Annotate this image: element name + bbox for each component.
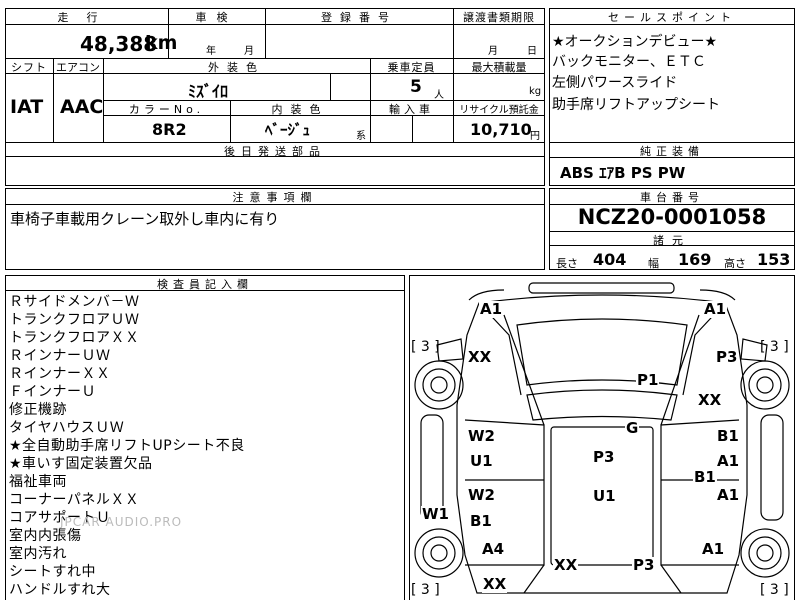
recycle-deposit-label: リサイクル預託金 [459, 105, 539, 116]
damage-mark: A1 [716, 486, 741, 504]
transfer-deadline-label: 譲渡書類期限 [463, 11, 535, 24]
damage-mark: XX [697, 391, 723, 409]
damage-mark: B1 [469, 512, 493, 530]
note-line: 室内内張傷 [9, 528, 82, 544]
inspector-notes-list: Ｒサイドメンバ－Ｗ トランクフロアＵＷ トランクフロアＸＸ ＲインナーＵＷ Ｒイ… [9, 293, 401, 599]
damage-mark: W2 [467, 486, 496, 504]
note-line: タイヤハウスＵＷ [9, 420, 125, 436]
damage-mark: A1 [701, 540, 726, 558]
note-line: トランクフロアＸＸ [9, 330, 140, 346]
sales-points-label: セールスポイント [608, 11, 736, 24]
width-value: 169 [678, 250, 712, 269]
note-line: ★車いす固定装置欠品 [9, 456, 153, 472]
exterior-color-value: ﾐｽﾞｲﾛ [188, 82, 229, 101]
spec-label: 諸元 [653, 234, 691, 247]
note-line: ハンドルすれ大 [9, 582, 111, 598]
max-load-unit: kg [529, 86, 542, 97]
note-line: ★全自動助手席リフトUPシート不良 [9, 438, 245, 454]
max-load-label: 最大積載量 [471, 61, 527, 74]
note-line: シートすれ中 [9, 564, 96, 580]
damage-mark: P1 [636, 371, 660, 389]
note-line: トランクフロアＵＷ [9, 312, 140, 328]
inspection-year: 年 [206, 46, 216, 57]
interior-color-value: ﾍﾞｰｼﾞｭ [265, 121, 311, 139]
damage-mark: P3 [632, 556, 656, 574]
inspection-label: 車検 [195, 11, 238, 24]
tire-tread-rear-right: [ 3 ] [760, 582, 789, 598]
damage-mark: XX [467, 348, 493, 366]
capacity-unit: 人 [434, 90, 444, 101]
damage-mark: B1 [716, 427, 740, 445]
color-no-value: 8R2 [152, 120, 187, 139]
chassis-label: 車台番号 [640, 191, 704, 204]
recycle-deposit-value: 10,710 [470, 120, 532, 139]
mileage-unit: km [145, 32, 178, 54]
height-value: 153 [757, 250, 791, 269]
equipment-label: 純正装備 [640, 145, 704, 158]
damage-mark: G [625, 419, 640, 437]
note-line: 室内汚れ [9, 546, 67, 562]
interior-color-label: 内装色 [271, 103, 329, 116]
note-line: ＲインナーＵＷ [9, 348, 111, 364]
inspection-month: 月 [244, 46, 254, 57]
damage-mark: W1 [421, 505, 450, 523]
damage-mark: XX [482, 575, 508, 593]
note-line: コーナーパネルＸＸ [9, 492, 140, 508]
damage-mark: P3 [592, 448, 616, 466]
tire-tread-front-left: [ 3 ] [411, 339, 440, 355]
sales-point-3: 左側パワースライド [552, 75, 678, 91]
chassis-number: NCZ20-0001058 [577, 205, 767, 229]
transfer-month: 月 [488, 46, 498, 57]
capacity-label: 乗車定員 [387, 61, 436, 74]
exterior-color-label: 外装色 [208, 61, 265, 74]
damage-mark: A4 [481, 540, 506, 558]
deferred-parts-label: 後日発送部品 [224, 145, 326, 158]
note-line: 福祉車両 [9, 474, 67, 490]
color-no-label: カラーNo. [128, 103, 205, 116]
damage-mark: U1 [592, 487, 617, 505]
inspector-notes-label: 検査員記入欄 [157, 278, 253, 291]
interior-color-suffix: 系 [356, 131, 366, 142]
caution-value: 車椅子車載用クレーン取外し車内に有り [10, 210, 280, 228]
sales-point-4: 助手席リフトアップシート [552, 97, 720, 113]
import-label: 輸入車 [389, 103, 434, 116]
damage-mark: A1 [716, 452, 741, 470]
mileage-label: 走行 [57, 11, 116, 24]
damage-mark: B1 [693, 468, 717, 486]
registration-label: 登録番号 [321, 11, 397, 24]
note-line: 修正機跡 [9, 402, 67, 418]
note-line: ＲインナーＸＸ [9, 366, 111, 382]
aircon-label: エアコン [56, 61, 100, 74]
note-line: ＦインナーＵ [9, 384, 96, 400]
shift-label: シフト [11, 61, 47, 74]
caution-label: 注意事項欄 [232, 191, 318, 204]
transfer-day: 日 [527, 46, 537, 57]
note-line: Ｒサイドメンバ－Ｗ [9, 294, 140, 310]
shift-value: IAT [10, 96, 44, 118]
damage-mark: W2 [467, 427, 496, 445]
equipment-value: ABS ｴｱB PS PW [560, 164, 686, 182]
damage-mark: XX [553, 556, 579, 574]
length-value: 404 [593, 250, 627, 269]
damage-mark: A1 [703, 300, 728, 318]
tire-tread-rear-left: [ 3 ] [411, 582, 440, 598]
damage-mark: P3 [715, 348, 739, 366]
length-label: 長さ [556, 257, 578, 270]
height-label: 高さ [724, 257, 746, 270]
damage-mark: U1 [469, 452, 494, 470]
tire-tread-front-right: [ 3 ] [760, 339, 789, 355]
recycle-deposit-unit: 円 [530, 131, 540, 142]
watermark: JPCAR AUDIO.PRO [60, 515, 183, 529]
aircon-value: AAC [60, 96, 104, 118]
capacity-value: 5 [410, 77, 422, 97]
width-label: 幅 [648, 257, 659, 270]
damage-mark: A1 [479, 300, 504, 318]
